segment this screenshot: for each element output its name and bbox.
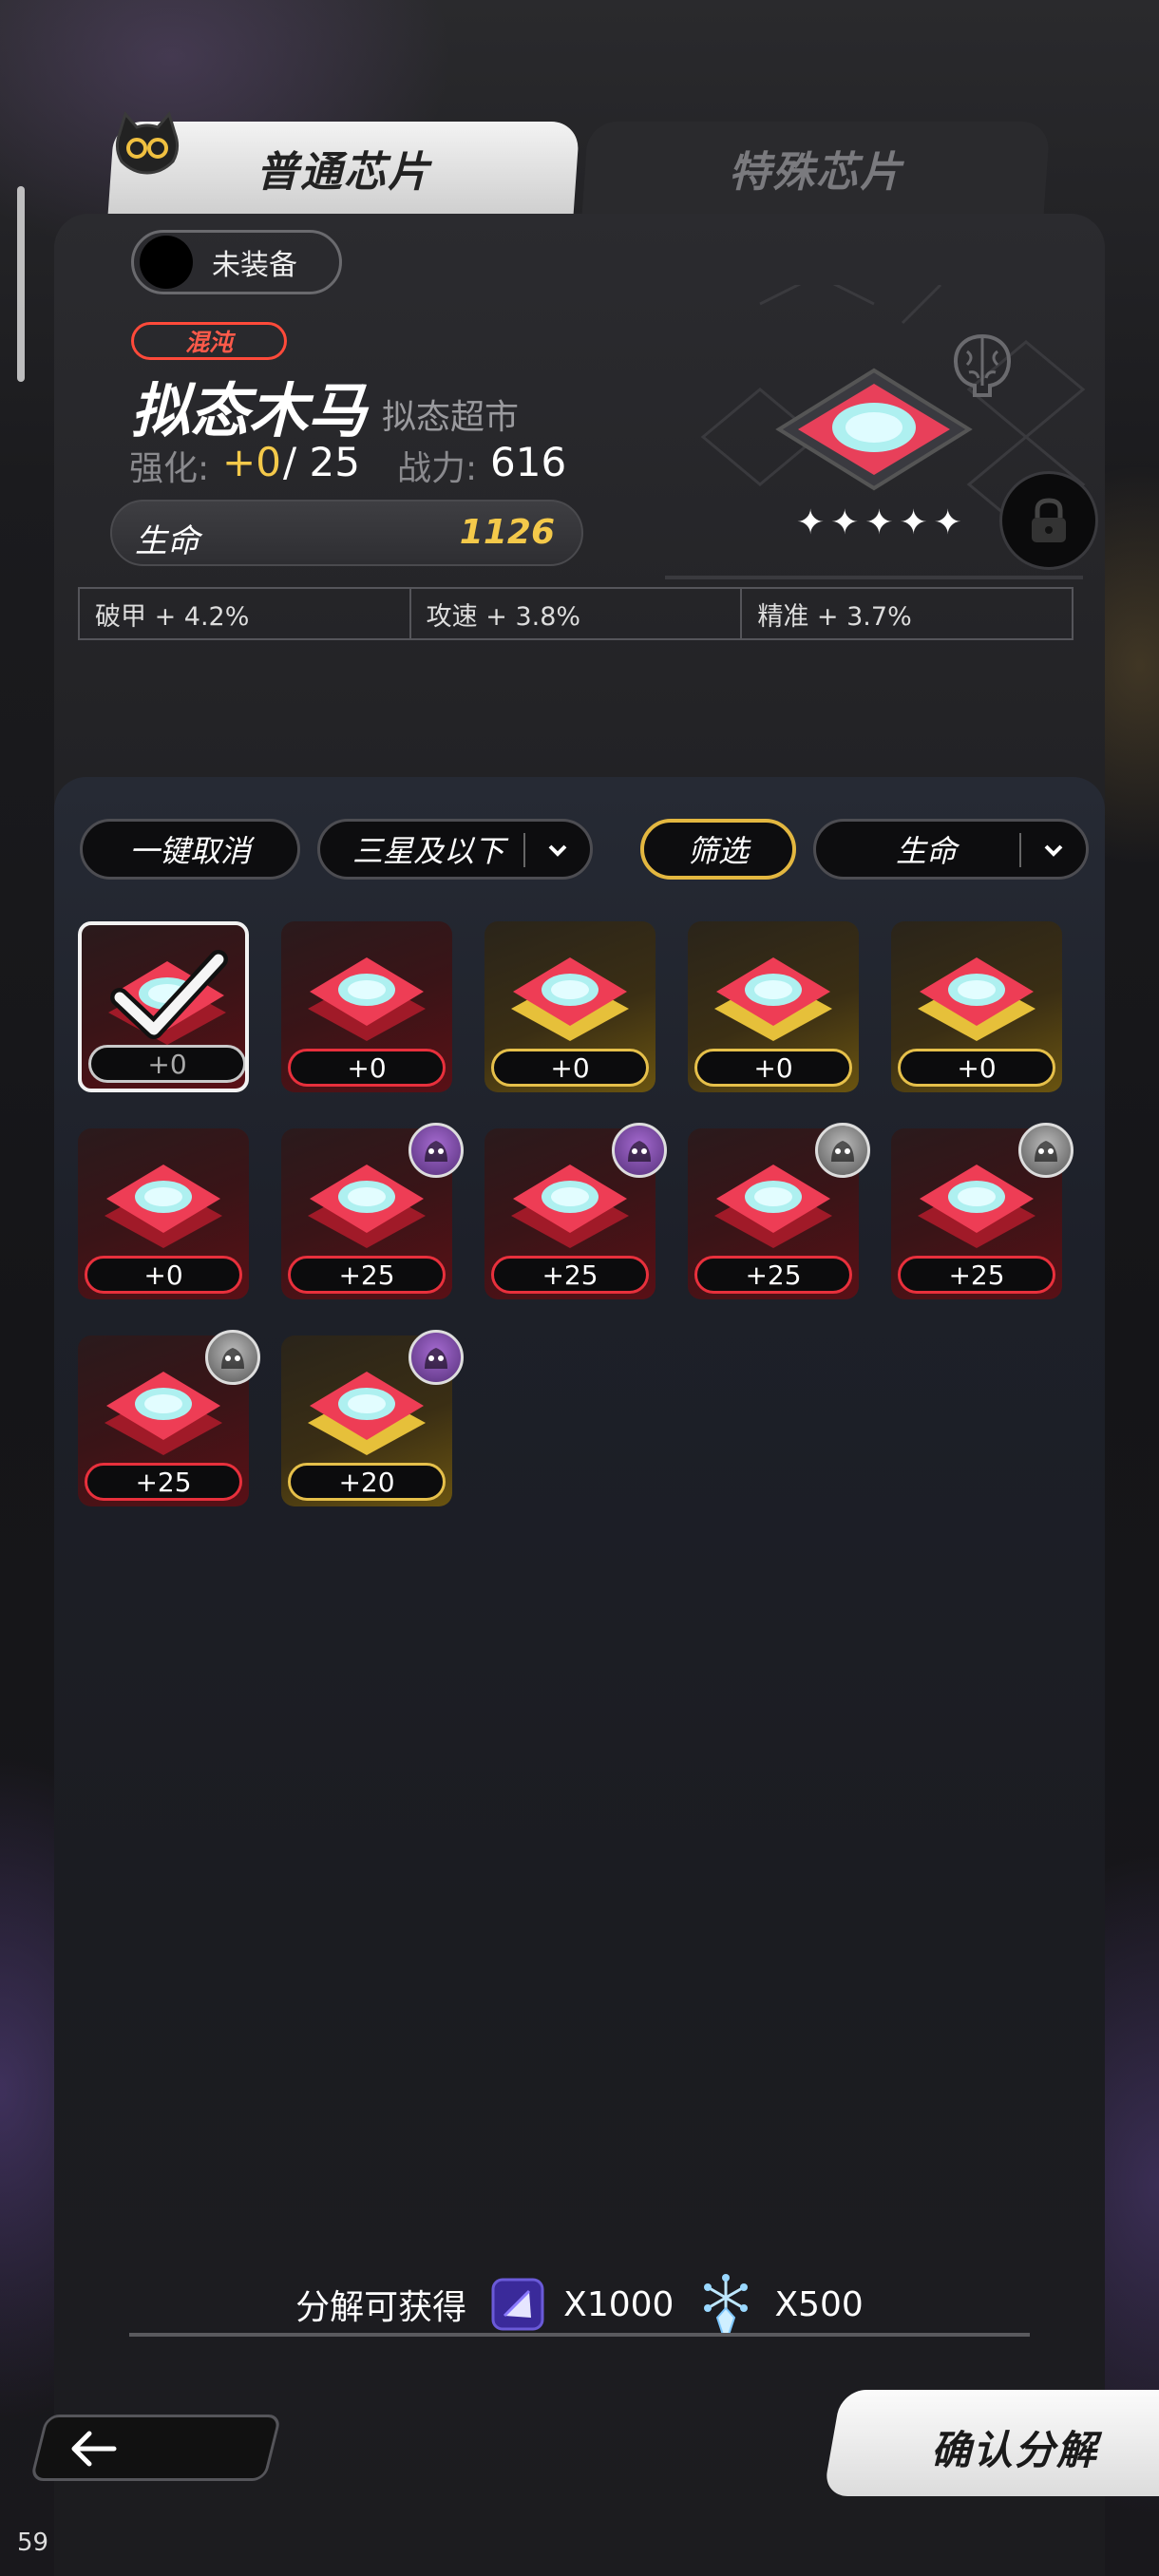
sub-stat-1: 破甲 + 4.2% <box>80 589 411 638</box>
main-stat-label: 生命 <box>135 522 200 560</box>
sub-stat-2: 攻速 + 3.8% <box>411 589 743 638</box>
confirm-decompose-label: 确认分解 <box>931 2427 1099 2473</box>
decompose-rewards: 分解可获得 X1000 X500 <box>0 2274 1159 2336</box>
sort-dropdown[interactable]: 生命 <box>813 819 1089 880</box>
chip-level: +25 <box>898 1256 1055 1294</box>
star-filter-dropdown[interactable]: 三星及以下 <box>317 819 593 880</box>
chip-level: +25 <box>288 1256 446 1294</box>
character-avatar-icon <box>1035 1141 1057 1162</box>
dropdown-separator <box>1019 833 1021 867</box>
character-avatar-icon <box>425 1348 447 1369</box>
chip-icon <box>308 1372 426 1455</box>
chip-icon <box>104 1372 222 1455</box>
decompose-label: 分解可获得 <box>295 2288 467 2327</box>
chip-level: +0 <box>898 1049 1055 1087</box>
chip-icon <box>511 957 629 1041</box>
chip-icon <box>714 1165 832 1248</box>
cancel-all-label: 一键取消 <box>128 833 251 869</box>
owner-avatar-badge <box>815 1123 870 1178</box>
tab-special-chips[interactable]: 特殊芯片 <box>581 122 1051 215</box>
star-rating: ✦✦✦✦✦ <box>796 503 968 542</box>
cat-mascot-icon <box>115 110 180 175</box>
chip-card[interactable]: +0 <box>78 921 249 1092</box>
sub-stat-3: 精准 + 3.7% <box>757 601 912 632</box>
equip-status-label: 未装备 <box>212 249 297 282</box>
brain-icon <box>953 333 1012 397</box>
chip-level: +0 <box>88 1045 245 1083</box>
chip-level: +0 <box>85 1256 242 1294</box>
sort-label: 生命 <box>896 833 958 869</box>
main-stat-bar: 生命 1126 <box>110 500 583 566</box>
toggle-knob <box>140 236 193 289</box>
chip-icon <box>714 957 832 1041</box>
filter-button[interactable]: 筛选 <box>640 819 796 880</box>
chip-icon <box>918 1165 1036 1248</box>
chevron-down-icon <box>548 844 567 857</box>
chip-level: +25 <box>85 1463 242 1501</box>
chip-card[interactable]: +0 <box>688 921 859 1092</box>
enhance-label: 强化: <box>129 449 210 488</box>
chip-icon <box>918 957 1036 1041</box>
character-avatar-icon <box>425 1141 447 1162</box>
purple-gem-icon <box>491 2278 544 2331</box>
dropdown-separator <box>523 833 525 867</box>
chip-card[interactable]: +0 <box>281 921 452 1092</box>
owner-avatar-badge <box>612 1123 667 1178</box>
lock-icon <box>1032 498 1066 542</box>
lock-button[interactable] <box>999 471 1098 570</box>
chip-card[interactable]: +0 <box>78 1128 249 1299</box>
reward2-amount: X500 <box>774 2284 864 2324</box>
enhance-max: / 25 <box>283 439 360 485</box>
enhance-value: +0 <box>222 439 281 485</box>
chip-level: +25 <box>694 1256 852 1294</box>
character-avatar-icon <box>831 1141 854 1162</box>
crystal-snowflake-icon <box>704 2274 749 2336</box>
chip-icon <box>511 1165 629 1248</box>
chip-icon <box>308 957 426 1041</box>
chip-level: +0 <box>694 1049 852 1087</box>
chip-icon <box>308 1165 426 1248</box>
chevron-down-icon <box>1044 844 1063 857</box>
filter-label: 筛选 <box>687 833 749 869</box>
chip-icon <box>104 1165 222 1248</box>
equip-status-toggle[interactable]: 未装备 <box>131 230 342 294</box>
chip-level: +0 <box>491 1049 649 1087</box>
character-avatar-icon <box>221 1348 244 1369</box>
star-filter-label: 三星及以下 <box>352 833 505 869</box>
owner-avatar-badge <box>1018 1123 1074 1178</box>
owner-avatar-badge <box>408 1330 464 1385</box>
chip-set-name: 拟态超市 <box>382 398 520 437</box>
chip-level: +25 <box>491 1256 649 1294</box>
chip-name: 拟态木马 <box>131 376 368 445</box>
decompose-divider <box>129 2333 1030 2337</box>
owner-avatar-badge <box>205 1330 260 1385</box>
reward1-amount: X1000 <box>563 2284 674 2324</box>
fps-counter: 59 <box>17 2529 49 2557</box>
chip-level: +0 <box>288 1049 446 1087</box>
sub-stats-table: 破甲 + 4.2% 攻速 + 3.8% 精准 + 3.7% <box>78 587 1074 640</box>
owner-avatar-badge <box>408 1123 464 1178</box>
chip-level: +20 <box>288 1463 446 1501</box>
chip-card[interactable]: +0 <box>484 921 656 1092</box>
checkmark-icon <box>110 950 228 1039</box>
scroll-indicator[interactable] <box>17 186 25 382</box>
chip-card[interactable]: +0 <box>891 921 1062 1092</box>
power-value: 616 <box>490 439 567 485</box>
cancel-all-button[interactable]: 一键取消 <box>80 819 300 880</box>
character-avatar-icon <box>628 1141 651 1162</box>
power-label: 战力: <box>397 449 478 488</box>
arrow-left-icon[interactable] <box>66 2426 120 2472</box>
main-stat-value: 1126 <box>459 513 555 552</box>
chaos-tag: 混沌 <box>131 322 287 360</box>
